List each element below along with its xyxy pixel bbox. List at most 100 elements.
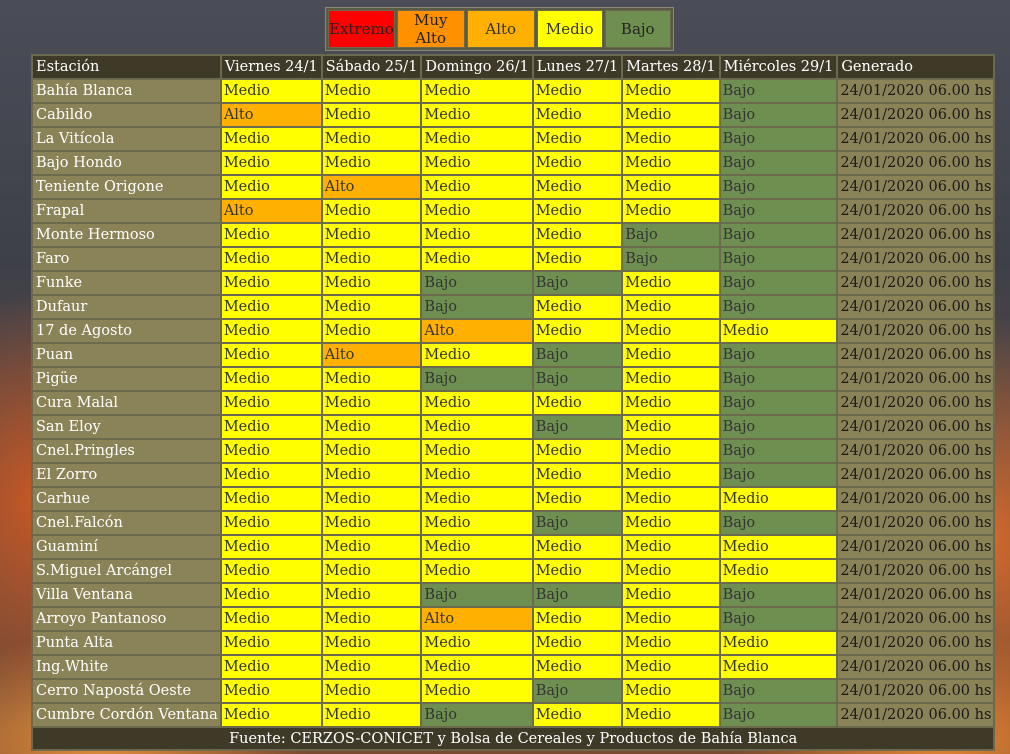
risk-cell: Bajo [533, 344, 622, 366]
risk-cell: Medio [623, 560, 719, 582]
risk-cell: Bajo [720, 608, 837, 630]
risk-cell: Medio [533, 248, 622, 270]
generated-timestamp: 24/01/2020 06.00 hs [838, 416, 994, 438]
risk-cell: Medio [221, 80, 321, 102]
risk-cell: Medio [322, 392, 421, 414]
table-row: Cura Malal Medio Medio Medio Medio Medio Bajo 2… [33, 392, 994, 414]
risk-cell: Bajo [422, 584, 532, 606]
station-name: Guaminí [33, 536, 220, 558]
table-row: Bahía Blanca Medio Medio Medio Medio Medio Baj… [33, 80, 994, 102]
risk-cell: Medio [533, 128, 622, 150]
generated-timestamp: 24/01/2020 06.00 hs [838, 320, 994, 342]
station-name: 17 de Agosto [33, 320, 220, 342]
risk-cell: Medio [322, 320, 421, 342]
risk-cell: Bajo [720, 464, 837, 486]
risk-cell: Bajo [720, 248, 837, 270]
risk-cell: Medio [623, 536, 719, 558]
header-day-5: Martes 28/1 [623, 56, 719, 78]
table-row: Villa Ventana Medio Medio Bajo Bajo Medio Bajo… [33, 584, 994, 606]
table-row: Faro Medio Medio Medio Medio Bajo Bajo 24/01/20… [33, 248, 994, 270]
station-name: Bahía Blanca [33, 80, 220, 102]
table-row: Cumbre Cordón Ventana Medio Medio Bajo Medio… [33, 704, 994, 726]
risk-cell: Medio [221, 704, 321, 726]
risk-cell: Medio [422, 416, 532, 438]
risk-cell: Medio [623, 80, 719, 102]
risk-cell: Medio [221, 464, 321, 486]
risk-cell: Medio [720, 560, 837, 582]
risk-cell: Medio [623, 584, 719, 606]
risk-cell: Medio [533, 104, 622, 126]
risk-cell: Medio [422, 344, 532, 366]
risk-cell: Medio [322, 464, 421, 486]
risk-cell: Medio [720, 488, 837, 510]
generated-timestamp: 24/01/2020 06.00 hs [838, 80, 994, 102]
risk-cell: Medio [623, 200, 719, 222]
risk-cell: Bajo [720, 176, 837, 198]
risk-cell: Medio [221, 392, 321, 414]
risk-cell: Medio [322, 248, 421, 270]
risk-cell: Medio [623, 704, 719, 726]
legend-medio: Medio [536, 10, 603, 48]
risk-cell: Medio [623, 488, 719, 510]
generated-timestamp: 24/01/2020 06.00 hs [838, 464, 994, 486]
station-name: La Vitícola [33, 128, 220, 150]
risk-cell: Medio [623, 296, 719, 318]
risk-cell: Medio [221, 608, 321, 630]
risk-cell: Medio [533, 632, 622, 654]
generated-timestamp: 24/01/2020 06.00 hs [838, 608, 994, 630]
risk-cell: Bajo [623, 224, 719, 246]
risk-cell: Medio [322, 704, 421, 726]
risk-cell: Medio [623, 632, 719, 654]
generated-timestamp: 24/01/2020 06.00 hs [838, 632, 994, 654]
risk-cell: Medio [422, 248, 532, 270]
table-body: Bahía Blanca Medio Medio Medio Medio Medio Baj… [33, 80, 994, 726]
risk-cell: Medio [221, 488, 321, 510]
risk-cell: Bajo [720, 200, 837, 222]
risk-cell: Medio [623, 656, 719, 678]
risk-cell: Medio [533, 176, 622, 198]
risk-cell: Bajo [720, 80, 837, 102]
table-footer-row: Fuente: CERZOS-CONICET y Bolsa de Cereal… [33, 728, 994, 749]
station-name: Pigüe [33, 368, 220, 390]
risk-cell: Medio [322, 608, 421, 630]
risk-legend: Extremo Muy Alto Alto Medio Bajo [325, 7, 674, 51]
generated-timestamp: 24/01/2020 06.00 hs [838, 488, 994, 510]
risk-cell: Medio [422, 464, 532, 486]
risk-cell: Bajo [720, 152, 837, 174]
generated-timestamp: 24/01/2020 06.00 hs [838, 368, 994, 390]
generated-timestamp: 24/01/2020 06.00 hs [838, 512, 994, 534]
risk-cell: Bajo [720, 440, 837, 462]
risk-cell: Medio [533, 488, 622, 510]
header-day-2: Sábado 25/1 [322, 56, 421, 78]
risk-cell: Medio [720, 656, 837, 678]
risk-cell: Medio [623, 440, 719, 462]
fire-risk-table: Estación Viernes 24/1 Sábado 25/1 Doming… [31, 54, 996, 751]
station-name: Cura Malal [33, 392, 220, 414]
legend-bajo: Bajo [604, 10, 671, 48]
risk-cell: Medio [533, 608, 622, 630]
risk-cell: Medio [221, 224, 321, 246]
generated-timestamp: 24/01/2020 06.00 hs [838, 224, 994, 246]
risk-cell: Medio [322, 296, 421, 318]
generated-timestamp: 24/01/2020 06.00 hs [838, 296, 994, 318]
risk-cell: Bajo [623, 248, 719, 270]
risk-cell: Bajo [422, 272, 532, 294]
table-row: Guaminí Medio Medio Medio Medio Medio Medio 24/… [33, 536, 994, 558]
risk-cell: Medio [221, 296, 321, 318]
station-name: Bajo Hondo [33, 152, 220, 174]
risk-cell: Alto [322, 344, 421, 366]
risk-cell: Medio [623, 680, 719, 702]
risk-cell: Bajo [720, 704, 837, 726]
generated-timestamp: 24/01/2020 06.00 hs [838, 128, 994, 150]
table-row: Funke Medio Medio Bajo Bajo Medio Bajo 24/01/20… [33, 272, 994, 294]
table-row: La Vitícola Medio Medio Medio Medio Medio Bajo… [33, 128, 994, 150]
station-name: S.Miguel Arcángel [33, 560, 220, 582]
risk-cell: Medio [221, 320, 321, 342]
generated-timestamp: 24/01/2020 06.00 hs [838, 440, 994, 462]
table-row: Dufaur Medio Medio Bajo Medio Medio Bajo 24/01/… [33, 296, 994, 318]
risk-cell: Bajo [720, 272, 837, 294]
risk-cell: Medio [533, 320, 622, 342]
generated-timestamp: 24/01/2020 06.00 hs [838, 176, 994, 198]
generated-timestamp: 24/01/2020 06.00 hs [838, 200, 994, 222]
risk-cell: Medio [533, 560, 622, 582]
